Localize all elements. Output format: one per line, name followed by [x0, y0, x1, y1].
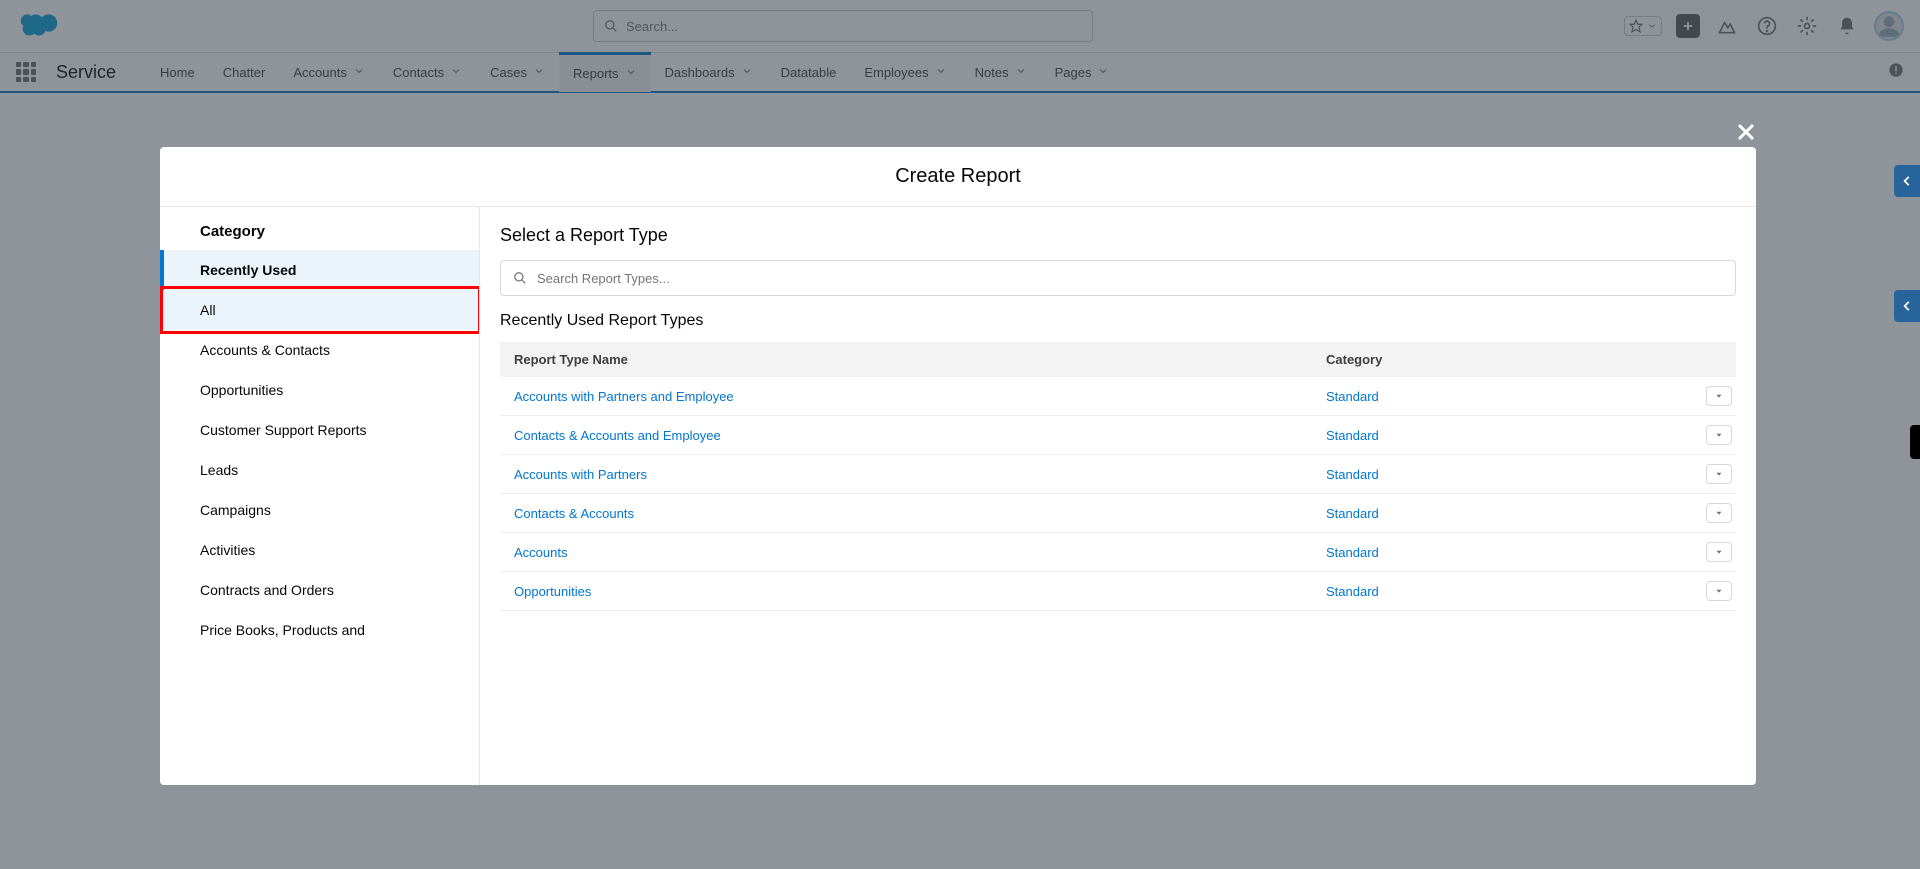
report-type-category: Standard — [1326, 467, 1706, 482]
table-row: OpportunitiesStandard — [500, 572, 1736, 611]
search-icon — [513, 271, 527, 285]
row-actions-button[interactable] — [1706, 425, 1732, 445]
category-item[interactable]: Price Books, Products and — [160, 610, 479, 650]
row-actions-button[interactable] — [1706, 386, 1732, 406]
report-type-category: Standard — [1326, 428, 1706, 443]
category-sidebar: Category Recently UsedAllAccounts & Cont… — [160, 207, 480, 785]
report-type-name-link[interactable]: Accounts with Partners — [514, 467, 1326, 482]
report-type-name-link[interactable]: Contacts & Accounts — [514, 506, 1326, 521]
category-item[interactable]: Recently Used — [160, 250, 479, 290]
category-item[interactable]: Opportunities — [160, 370, 479, 410]
table-header: Report Type Name Category — [500, 342, 1736, 377]
row-actions-button[interactable] — [1706, 503, 1732, 523]
report-type-name-link[interactable]: Contacts & Accounts and Employee — [514, 428, 1326, 443]
category-item[interactable]: Leads — [160, 450, 479, 490]
category-item[interactable]: Contracts and Orders — [160, 570, 479, 610]
chevron-down-icon — [1714, 391, 1724, 401]
arrow-left-icon — [1900, 299, 1914, 313]
sidebar-header: Category — [160, 207, 479, 250]
table-row: AccountsStandard — [500, 533, 1736, 572]
select-report-type-title: Select a Report Type — [500, 225, 1736, 246]
chevron-down-icon — [1714, 469, 1724, 479]
main-panel: Select a Report Type Recently Used Repor… — [480, 207, 1756, 785]
row-actions-button[interactable] — [1706, 581, 1732, 601]
side-tab-1[interactable] — [1894, 165, 1920, 197]
table-row: Accounts with Partners and EmployeeStand… — [500, 377, 1736, 416]
report-type-category: Standard — [1326, 506, 1706, 521]
column-header-category: Category — [1326, 352, 1706, 367]
side-handle[interactable] — [1910, 425, 1920, 459]
section-title: Recently Used Report Types — [500, 312, 1736, 330]
row-actions-button[interactable] — [1706, 542, 1732, 562]
category-item[interactable]: Accounts & Contacts — [160, 330, 479, 370]
side-tab-2[interactable] — [1894, 290, 1920, 322]
category-item[interactable]: Campaigns — [160, 490, 479, 530]
report-type-category: Standard — [1326, 584, 1706, 599]
chevron-down-icon — [1714, 547, 1724, 557]
modal-title: Create Report — [160, 147, 1756, 207]
create-report-modal: Create Report Category Recently UsedAllA… — [160, 147, 1756, 785]
report-type-category: Standard — [1326, 389, 1706, 404]
chevron-down-icon — [1714, 508, 1724, 518]
table-row: Accounts with PartnersStandard — [500, 455, 1736, 494]
chevron-down-icon — [1714, 586, 1724, 596]
report-type-name-link[interactable]: Accounts with Partners and Employee — [514, 389, 1326, 404]
category-item[interactable]: Activities — [160, 530, 479, 570]
category-item[interactable]: Customer Support Reports — [160, 410, 479, 450]
arrow-left-icon — [1900, 174, 1914, 188]
column-header-name: Report Type Name — [514, 352, 1326, 367]
report-type-search[interactable] — [500, 260, 1736, 296]
table-row: Contacts & AccountsStandard — [500, 494, 1736, 533]
report-type-search-input[interactable] — [537, 271, 1723, 286]
chevron-down-icon — [1714, 430, 1724, 440]
report-type-category: Standard — [1326, 545, 1706, 560]
report-type-name-link[interactable]: Accounts — [514, 545, 1326, 560]
table-row: Contacts & Accounts and EmployeeStandard — [500, 416, 1736, 455]
close-icon — [1734, 120, 1758, 144]
category-item[interactable]: All — [160, 290, 479, 330]
row-actions-button[interactable] — [1706, 464, 1732, 484]
modal-close-button[interactable] — [1734, 120, 1758, 149]
report-type-name-link[interactable]: Opportunities — [514, 584, 1326, 599]
